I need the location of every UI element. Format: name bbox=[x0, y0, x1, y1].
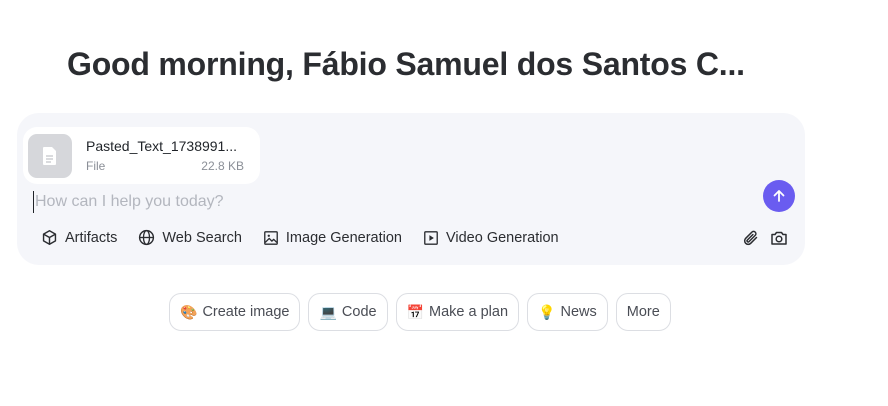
attachment-type: File bbox=[86, 159, 106, 173]
chip-code[interactable]: 💻 Code bbox=[308, 293, 388, 331]
image-icon bbox=[264, 230, 278, 245]
tool-label: Artifacts bbox=[65, 229, 118, 246]
camera-button[interactable] bbox=[770, 229, 788, 252]
attachment-name: Pasted_Text_1738991... bbox=[86, 138, 238, 154]
tool-web-search[interactable]: Web Search bbox=[138, 229, 242, 246]
chip-news[interactable]: 💡 News bbox=[527, 293, 608, 331]
chip-make-a-plan[interactable]: 📅 Make a plan bbox=[395, 293, 520, 331]
play-square-icon bbox=[424, 230, 438, 245]
chip-label: More bbox=[626, 304, 660, 320]
chip-more[interactable]: More bbox=[615, 293, 671, 331]
tool-video-generation[interactable]: Video Generation bbox=[423, 230, 559, 246]
file-icon bbox=[28, 134, 72, 178]
chip-label: News bbox=[560, 304, 597, 320]
chip-label: Code bbox=[341, 304, 377, 320]
palette-icon: 🎨 bbox=[180, 303, 198, 320]
camera-icon bbox=[771, 231, 787, 245]
paperclip-icon bbox=[743, 230, 758, 246]
composer-actions bbox=[742, 229, 788, 252]
chat-composer: Pasted_Text_1738991... File 22.8 KB Arti… bbox=[17, 113, 805, 265]
attachment-size: 22.8 KB bbox=[201, 159, 244, 173]
attach-button[interactable] bbox=[742, 229, 760, 252]
lightbulb-icon: 💡 bbox=[538, 303, 556, 320]
calendar-icon: 📅 bbox=[406, 303, 425, 320]
tool-artifacts[interactable]: Artifacts bbox=[41, 229, 117, 246]
chip-label: Create image bbox=[202, 304, 290, 320]
tool-label: Video Generation bbox=[445, 229, 559, 246]
chip-create-image[interactable]: 🎨 Create image bbox=[169, 293, 301, 331]
cube-icon bbox=[42, 229, 57, 246]
prompt-input[interactable] bbox=[33, 191, 733, 213]
tool-bar: Artifacts Web Search Image Generation Vi… bbox=[41, 229, 580, 246]
tool-label: Web Search bbox=[162, 229, 242, 246]
suggestion-chips: 🎨 Create image 💻 Code 📅 Make a plan 💡 Ne… bbox=[169, 293, 671, 331]
laptop-icon: 💻 bbox=[319, 303, 337, 320]
arrow-up-icon bbox=[773, 190, 785, 202]
tool-label: Image Generation bbox=[285, 229, 402, 246]
tool-image-generation[interactable]: Image Generation bbox=[263, 230, 402, 246]
attachment-card[interactable]: Pasted_Text_1738991... File 22.8 KB bbox=[23, 127, 260, 184]
greeting-title: Good morning, Fábio Samuel dos Santos C.… bbox=[67, 46, 745, 82]
chip-label: Make a plan bbox=[429, 304, 509, 320]
send-button[interactable] bbox=[763, 180, 795, 212]
globe-icon bbox=[139, 229, 155, 246]
